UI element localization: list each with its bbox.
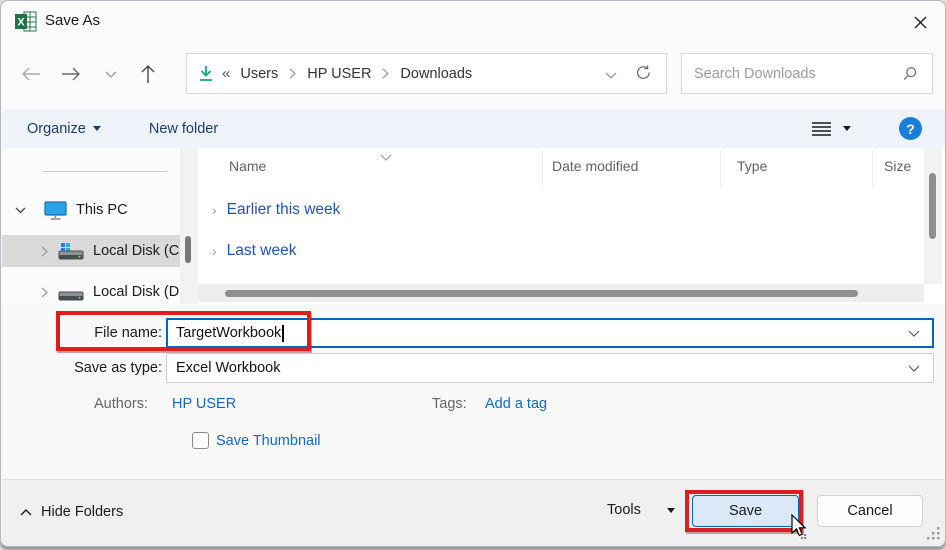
column-separator[interactable] [872, 150, 873, 188]
chevron-down-icon[interactable] [14, 207, 26, 214]
file-list-scrollbar-thumb[interactable] [929, 173, 936, 239]
chevron-right-icon[interactable]: › [212, 243, 217, 259]
tools-button[interactable]: Tools [607, 502, 675, 518]
monitor-icon [44, 201, 67, 220]
annotation-rect-file-name [56, 311, 311, 351]
save-thumbnail-label: Save Thumbnail [216, 433, 321, 449]
column-separator[interactable] [542, 150, 543, 188]
tree-item-label: Local Disk (C [93, 243, 179, 259]
tools-label: Tools [607, 502, 641, 518]
column-header-type[interactable]: Type [737, 158, 767, 174]
forward-button[interactable] [57, 61, 85, 87]
address-bar[interactable]: « Users HP USER Downloads [186, 53, 667, 94]
window-title: Save As [45, 12, 100, 29]
search-input[interactable] [682, 66, 902, 82]
group-earlier-this-week[interactable]: › Earlier this week [212, 201, 340, 219]
change-view-button[interactable] [804, 121, 859, 137]
chevron-right-icon[interactable] [38, 246, 50, 257]
address-dropdown-chevron-icon[interactable] [605, 66, 617, 82]
excel-icon: X [15, 11, 37, 32]
group-label: Earlier this week [227, 201, 341, 219]
cancel-button[interactable]: Cancel [817, 495, 923, 527]
chevron-down-icon [93, 126, 101, 131]
chevron-down-icon [843, 126, 851, 131]
tree-item-label: This PC [76, 202, 128, 218]
column-separator[interactable] [720, 150, 721, 188]
sidebar-scrollbar[interactable] [180, 148, 198, 304]
main-area: This PC Local Disk (C [2, 148, 946, 304]
list-view-icon [812, 121, 831, 137]
chevron-down-icon [667, 508, 675, 513]
system-drive-icon [58, 243, 84, 260]
chevron-right-icon[interactable] [38, 287, 50, 298]
new-folder-button[interactable]: New folder [139, 109, 228, 148]
search-icon[interactable] [902, 66, 932, 82]
save-as-dialog: X Save As « Users HP USER Downloads [0, 0, 946, 547]
mouse-cursor-icon [787, 513, 809, 544]
add-a-tag-link[interactable]: Add a tag [485, 396, 547, 412]
annotation-rect-save [685, 490, 803, 532]
save-as-type-label: Save as type: [57, 360, 162, 376]
tree-item-local-disk-c[interactable]: Local Disk (C [2, 235, 180, 267]
breadcrumb-overflow[interactable]: « [214, 65, 234, 82]
file-list-scrollbar[interactable] [924, 148, 942, 284]
file-list: Name Date modified Type Size › Earlier t… [198, 148, 924, 304]
tree-item-label: Local Disk (D [93, 284, 179, 300]
breadcrumb-hp-user[interactable]: HP USER [301, 66, 377, 82]
authors-value-link[interactable]: HP USER [172, 396, 236, 412]
hide-folders-button[interactable]: Hide Folders [20, 504, 123, 520]
hide-folders-label: Hide Folders [41, 504, 123, 520]
save-thumbnail-checkbox[interactable] [192, 432, 209, 449]
help-icon[interactable]: ? [899, 117, 922, 140]
group-label: Last week [227, 242, 297, 260]
refresh-icon[interactable] [635, 64, 652, 84]
breadcrumb-users[interactable]: Users [234, 66, 284, 82]
group-last-week[interactable]: › Last week [212, 242, 296, 260]
horizontal-scrollbar-thumb[interactable] [225, 290, 858, 297]
svg-text:X: X [17, 17, 25, 29]
new-folder-label: New folder [149, 121, 218, 137]
column-header-date-modified[interactable]: Date modified [552, 158, 638, 174]
tree-item-this-pc[interactable]: This PC [2, 194, 180, 226]
breadcrumb-separator-icon [284, 68, 301, 79]
save-as-type-value: Excel Workbook [176, 360, 281, 376]
save-thumbnail-option: Save Thumbnail [192, 432, 321, 449]
breadcrumb-downloads[interactable]: Downloads [394, 66, 478, 82]
recent-locations-chevron-icon[interactable] [97, 61, 125, 87]
folder-tree: This PC Local Disk (C [2, 148, 180, 304]
drive-icon [58, 284, 84, 301]
title-bar: X Save As [1, 1, 945, 43]
resize-grip[interactable] [927, 527, 940, 543]
downloads-folder-icon [187, 65, 214, 82]
sidebar-divider [42, 171, 167, 172]
sort-chevron-icon[interactable] [380, 148, 392, 164]
column-header-size[interactable]: Size [884, 158, 911, 174]
organize-button[interactable]: Organize [17, 109, 111, 148]
authors-label: Authors: [94, 396, 148, 412]
back-button[interactable] [17, 61, 45, 87]
column-header-name[interactable]: Name [229, 158, 266, 174]
tags-label: Tags: [432, 396, 467, 412]
command-toolbar: Organize New folder ? [2, 109, 946, 148]
chevron-up-icon [20, 509, 32, 516]
chevron-down-icon[interactable] [908, 365, 924, 372]
horizontal-scrollbar[interactable] [198, 284, 924, 302]
breadcrumb-separator-icon [377, 68, 394, 79]
chevron-right-icon[interactable]: › [212, 202, 217, 218]
up-button[interactable] [134, 61, 162, 87]
search-box [681, 53, 933, 94]
save-as-type-select[interactable]: Excel Workbook [166, 353, 934, 383]
chevron-down-icon[interactable] [908, 330, 924, 337]
sidebar-scrollbar-thumb[interactable] [185, 236, 191, 263]
close-icon[interactable] [909, 11, 931, 33]
organize-label: Organize [27, 121, 86, 137]
